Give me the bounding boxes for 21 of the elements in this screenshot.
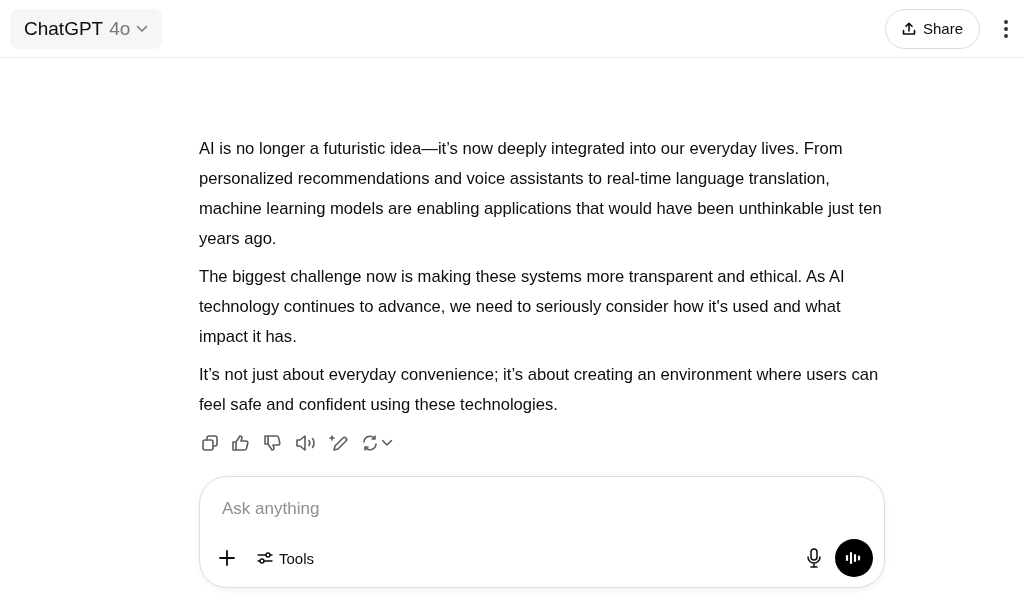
message-paragraph: The biggest challenge now is making these systems more transparent and ethical. As AI technology continues to advance, we need to seriously consider how it's used and what impact it has.	[199, 266, 846, 348]
model-name: ChatGPT	[24, 17, 104, 40]
thumbs-down-icon[interactable]	[263, 434, 283, 452]
share-button[interactable]: Share	[884, 8, 980, 49]
refresh-icon[interactable]	[361, 434, 379, 452]
sliders-icon	[257, 551, 273, 565]
message-composer[interactable]: Ask anything Tools	[199, 476, 885, 588]
speaker-icon[interactable]	[295, 434, 317, 452]
waveform-icon	[845, 551, 863, 565]
tools-button[interactable]: Tools	[249, 545, 323, 571]
model-selector[interactable]: ChatGPT 4o	[10, 8, 163, 49]
upload-icon	[901, 21, 916, 36]
model-version: 4o	[109, 17, 131, 40]
message-paragraph: AI is no longer a futuristic idea—it’s now deeply integrated into our everyday lives. From personalized recommendations and voice assistants to real-time language translation, machine learning models are enabling applications that would have been unthinkable just ten years ago.	[199, 138, 883, 250]
chevron-down-icon	[136, 24, 149, 33]
pencil-icon[interactable]	[329, 434, 349, 452]
voice-mode-button[interactable]	[835, 539, 873, 577]
copy-icon[interactable]	[201, 434, 219, 452]
message-paragraph: It’s not just about everyday convenience; it’s about creating an environment where users can feel safe and confident using these technologies.	[199, 364, 880, 416]
chevron-down-icon[interactable]	[381, 439, 393, 447]
thumbs-up-icon[interactable]	[231, 434, 251, 452]
